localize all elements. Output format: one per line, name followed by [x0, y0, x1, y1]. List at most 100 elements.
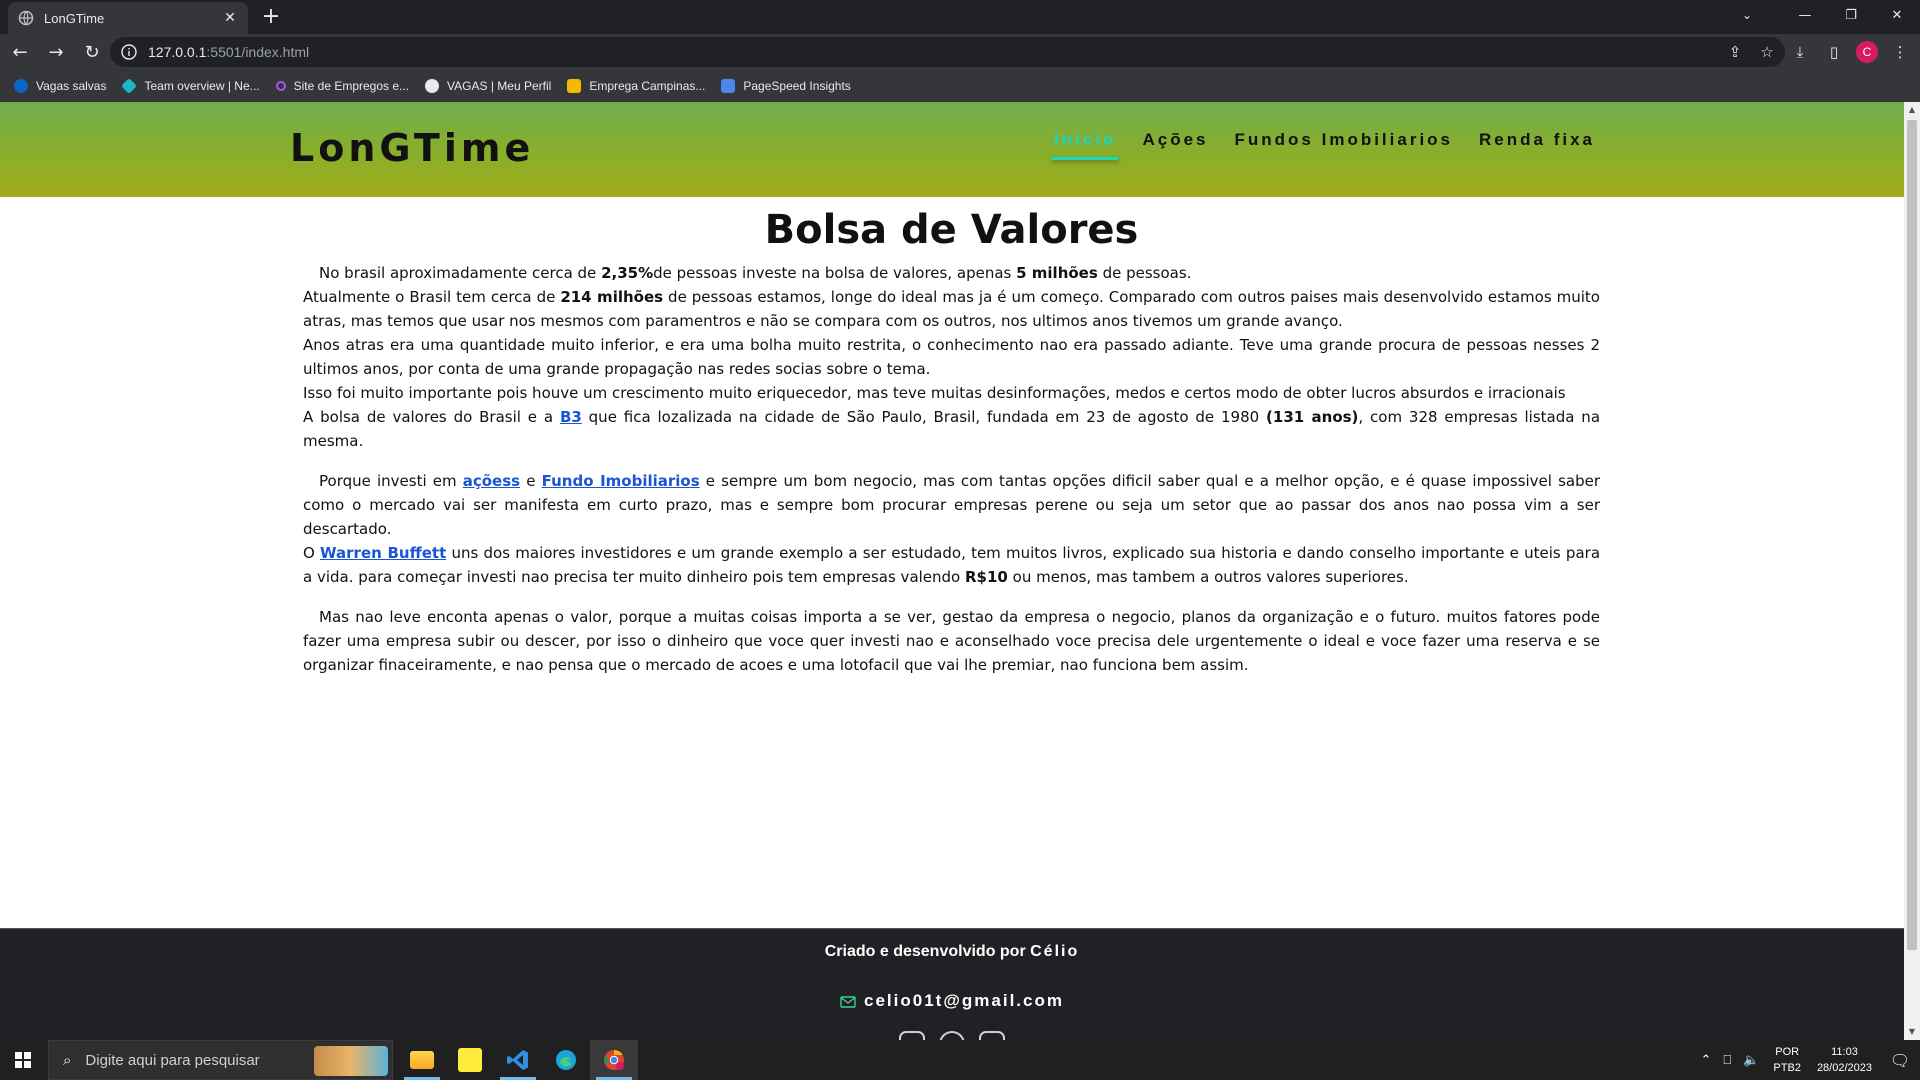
edge-icon[interactable]	[542, 1040, 590, 1080]
text: Mas nao leve enconta apenas o valor, por…	[303, 608, 1600, 674]
site-nav: Inicio Ações Fundos Imobiliarios Renda f…	[1041, 130, 1608, 160]
link-acoes[interactable]: açõess	[463, 472, 520, 490]
text: ou menos, mas tambem a outros valores su…	[1007, 568, 1409, 586]
paragraph: Isso foi muito importante pois houve um …	[303, 384, 1566, 402]
bookmark-label: Site de Empregos e...	[293, 79, 410, 93]
highlight: 2,35%	[601, 264, 654, 282]
restore-icon[interactable]: ❐	[1828, 0, 1874, 30]
bookmark-favicon-icon	[121, 78, 138, 94]
link-fundo-imobiliarios[interactable]: Fundo Imobiliarios	[542, 472, 700, 490]
side-panel-icon[interactable]: ▯	[1822, 43, 1846, 61]
text: Atualmente o Brasil tem cerca de	[303, 288, 561, 306]
scroll-down-icon[interactable]: ▼	[1904, 1024, 1920, 1040]
network-icon[interactable]: ⎕	[1723, 1053, 1731, 1068]
volume-icon[interactable]: 🔈	[1743, 1053, 1759, 1068]
keyboard-layout: PTB2	[1773, 1062, 1801, 1074]
page-viewport: LonGTime Inicio Ações Fundos Imobiliario…	[0, 102, 1904, 1040]
new-tab-button[interactable]: +	[260, 6, 282, 28]
text: O	[303, 544, 321, 562]
text: de pessoas.	[1097, 264, 1192, 282]
vscode-icon[interactable]	[494, 1040, 542, 1080]
page-title: Bolsa de Valores	[764, 207, 1139, 253]
highlight: 214 milhões	[560, 288, 664, 306]
profile-avatar[interactable]: C	[1856, 41, 1878, 63]
notification-icon[interactable]: 🗨	[1880, 1040, 1920, 1080]
bookmark-favicon-icon	[567, 79, 582, 93]
nav-link-acoes[interactable]: Ações	[1129, 130, 1221, 160]
mail-icon	[840, 993, 856, 1008]
url-host: 127.0.0.1	[148, 44, 207, 60]
bookmark-item[interactable]: Emprega Campinas...	[567, 79, 705, 93]
bookmark-item[interactable]: Team overview | Ne...	[121, 78, 260, 94]
bookmark-label: Emprega Campinas...	[589, 79, 706, 93]
lang-code: POR	[1775, 1046, 1800, 1058]
clock[interactable]: 11:03 28/02/2023	[1817, 1044, 1872, 1076]
paragraph: O Warren Buffett uns dos maiores investi…	[303, 541, 1600, 589]
forward-arrow-icon[interactable]: →	[40, 36, 72, 68]
scroll-thumb[interactable]	[1907, 120, 1917, 950]
bookmark-label: VAGAS | Meu Perfil	[447, 79, 552, 93]
github-icon[interactable]	[939, 1031, 965, 1040]
search-highlight-image	[314, 1046, 388, 1076]
share-icon[interactable]: ⇪	[1725, 43, 1745, 61]
nav-link-renda-fixa[interactable]: Renda fixa	[1466, 130, 1608, 160]
back-arrow-icon[interactable]: ←	[4, 36, 36, 68]
social-links	[0, 1031, 1904, 1040]
link-warren-buffett[interactable]: Warren Buffett	[320, 544, 446, 562]
nav-link-fundos-imobiliarios[interactable]: Fundos Imobiliarios	[1222, 130, 1467, 160]
chrome-icon[interactable]	[590, 1040, 638, 1080]
email-text: celio01t@gmail.com	[864, 991, 1064, 1010]
minimize-icon[interactable]: —	[1782, 0, 1828, 30]
bookmark-star-icon[interactable]: ☆	[1757, 43, 1777, 61]
paragraph: Atualmente o Brasil tem cerca de 214 mil…	[303, 285, 1600, 333]
highlight: (131 anos)	[1266, 408, 1359, 426]
text: A bolsa de valores do Brasil e a	[303, 408, 560, 426]
site-footer: Criado e desenvolvido por Célio celio01t…	[0, 928, 1904, 1040]
system-tray: ⌃ ⎕ 🔈 POR PTB2 11:03 28/02/2023 🗨	[1695, 1040, 1920, 1080]
text: No brasil aproximadamente cerca de	[319, 264, 602, 282]
browser-tab[interactable]: LonGTime ✕	[8, 2, 248, 34]
close-window-icon[interactable]: ✕	[1874, 0, 1920, 30]
nav-link-inicio[interactable]: Inicio	[1041, 130, 1129, 160]
bookmark-favicon-icon	[14, 79, 28, 93]
address-bar[interactable]: 127.0.0.1:5501/index.html ⇪ ☆	[110, 37, 1785, 67]
text: de pessoas investe na bolsa de valores, …	[653, 264, 1017, 282]
highlight: 5 milhões	[1016, 264, 1098, 282]
paragraph: Anos atras era uma quantidade muito infe…	[303, 336, 1600, 378]
windows-logo-icon	[15, 1052, 31, 1068]
close-tab-icon[interactable]: ✕	[222, 10, 238, 26]
info-icon[interactable]	[120, 43, 138, 61]
site-logo[interactable]: LonGTime	[290, 126, 534, 170]
sticky-notes-icon[interactable]	[446, 1040, 494, 1080]
link-b3[interactable]: B3	[560, 408, 582, 426]
file-explorer-icon[interactable]	[398, 1040, 446, 1080]
language-indicator[interactable]: POR PTB2	[1773, 1044, 1801, 1076]
bookmark-item[interactable]: PageSpeed Insights	[721, 79, 851, 93]
reload-icon[interactable]: ↻	[76, 36, 108, 68]
text: que fica lozalizada na cidade de São Pau…	[581, 408, 1267, 426]
download-icon[interactable]: ⤓	[1788, 43, 1812, 61]
tray-chevron-icon[interactable]: ⌃	[1701, 1053, 1712, 1068]
page-scrollbar[interactable]: ▲ ▼	[1904, 102, 1920, 1040]
tab-strip: LonGTime ✕ + ⌄ — ❐ ✕	[0, 0, 1920, 34]
highlight: R$10	[965, 568, 1008, 586]
instagram-icon[interactable]	[979, 1031, 1005, 1040]
bookmark-item[interactable]: Vagas salvas	[14, 79, 106, 93]
taskbar-apps	[398, 1040, 638, 1080]
taskbar-search[interactable]: ⌕ Digite aqui para pesquisar	[48, 1040, 393, 1080]
paragraph: Porque investi em açõess e Fundo Imobili…	[303, 469, 1600, 541]
search-placeholder: Digite aqui para pesquisar	[85, 1051, 260, 1069]
linkedin-icon[interactable]	[899, 1031, 925, 1040]
browser-toolbar: ← → ↻ 127.0.0.1:5501/index.html ⇪ ☆ ⤓ ▯ …	[0, 34, 1920, 70]
bookmark-item[interactable]: VAGAS | Meu Perfil	[425, 79, 551, 93]
bookmark-item[interactable]: Site de Empregos e...	[275, 79, 410, 93]
tab-search-chevron-icon[interactable]: ⌄	[1724, 0, 1770, 30]
footer-email[interactable]: celio01t@gmail.com	[0, 991, 1904, 1011]
bookmark-label: Team overview | Ne...	[144, 79, 260, 93]
scroll-up-icon[interactable]: ▲	[1904, 102, 1920, 118]
start-button[interactable]	[0, 1040, 46, 1080]
menu-kebab-icon[interactable]: ⋮	[1888, 43, 1912, 61]
credit-text: Criado e desenvolvido por	[824, 943, 1031, 960]
search-icon: ⌕	[63, 1051, 72, 1069]
paragraph: Mas nao leve enconta apenas o valor, por…	[303, 605, 1600, 677]
